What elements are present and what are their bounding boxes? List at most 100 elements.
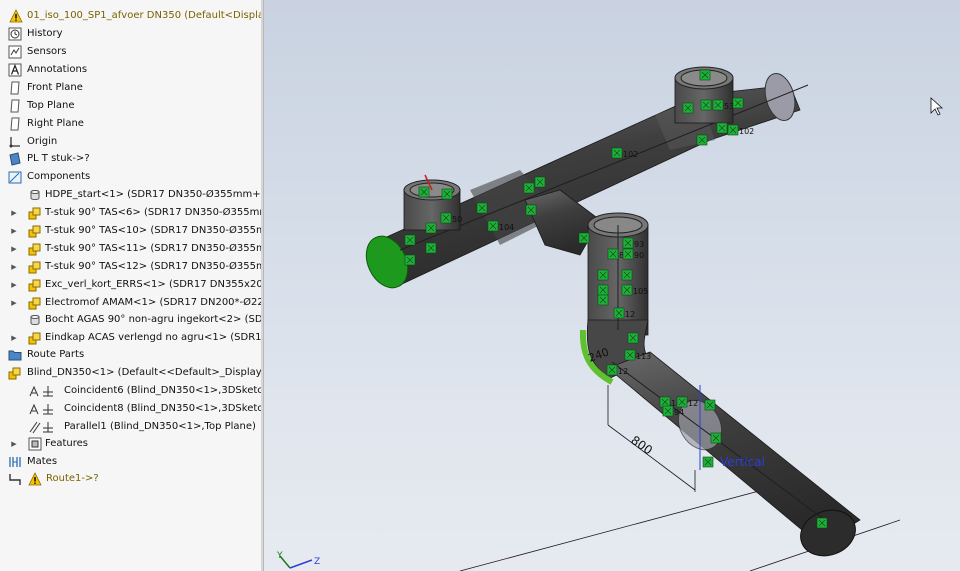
- relation-marker-label: 12: [625, 310, 635, 319]
- tree-item-top-plane[interactable]: Top Plane: [0, 97, 263, 115]
- tree-item-label: Blind_DN350<1> (Default<<Default>_Displa…: [27, 367, 263, 378]
- expand-arrow-icon[interactable]: ▶: [10, 435, 18, 453]
- tree-item-right-plane[interactable]: Right Plane: [0, 115, 263, 133]
- dimension-800[interactable]: 800: [628, 433, 655, 458]
- assembly-icon: [28, 296, 42, 310]
- plane-icon: [8, 81, 22, 95]
- feature-manager-tree[interactable]: 01_iso_100_SP1_afvoer DN350 (Default<Dis…: [0, 0, 264, 571]
- tree-item-origin[interactable]: Origin: [0, 133, 263, 151]
- expand-arrow-icon[interactable]: ▶: [10, 222, 18, 240]
- component-electromof[interactable]: ▶ Electromof AMAM<1> (SDR17 DN200*-Ø225m…: [0, 294, 263, 312]
- relation-coincident8[interactable]: Coincident8 (Blind_DN350<1>,3DSketch1): [0, 400, 264, 418]
- relation-marker-label: 104: [499, 223, 514, 232]
- vertical-relation-label[interactable]: Vertical: [720, 455, 765, 469]
- graphics-area[interactable]: 800 240 Vertical 102 102 104 50 93 105 12 113 12…: [264, 0, 960, 571]
- assembly-icon: [28, 206, 42, 220]
- tree-item-features[interactable]: ▶ Features: [0, 435, 263, 453]
- warning-icon: [28, 472, 42, 486]
- sketch-icon: [8, 152, 22, 166]
- component-t-stuk-11[interactable]: ▶ T-stuk 90° TAS<11> (SDR17 DN350-Ø355mm…: [0, 240, 263, 258]
- relation-marker-label: 50: [452, 215, 462, 224]
- relation-label: Coincident6 (Blind_DN350<1>,3DSketch1): [64, 385, 264, 396]
- tree-item-label: Annotations: [27, 64, 88, 75]
- component-exc-verl-kort[interactable]: ▶ Exc_verl_kort_ERRS<1> (SDR17 DN355x200…: [0, 276, 263, 294]
- part-icon: [28, 188, 42, 202]
- tree-item-components[interactable]: Components: [0, 168, 263, 186]
- tree-item-label: Route Parts: [27, 349, 85, 360]
- relation-parallel1[interactable]: Parallel1 (Blind_DN350<1>,Top Plane): [0, 418, 263, 436]
- relation-marker-label: 102: [623, 150, 638, 159]
- assembly-icon: [28, 224, 42, 238]
- component-t-stuk-6[interactable]: ▶ T-stuk 90° TAS<6> (SDR17 DN350-Ø355mm …: [0, 204, 264, 222]
- tree-item-pl-t-stuk[interactable]: PL T stuk->?: [0, 150, 263, 168]
- tree-item-history[interactable]: History: [0, 25, 263, 43]
- component-label: T-stuk 90° TAS<10> (SDR17 DN350-Ø355mm -…: [45, 225, 263, 236]
- tree-item-label: Sensors: [27, 46, 67, 57]
- expand-arrow-icon[interactable]: ▶: [10, 329, 18, 347]
- branch-pipe[interactable]: [524, 189, 862, 563]
- assembly-icon: [8, 366, 22, 380]
- origin-icon: [8, 135, 22, 149]
- relation-marker-label: 93: [634, 240, 644, 249]
- sensor-icon: [8, 45, 22, 59]
- tree-item-label: Top Plane: [27, 100, 75, 111]
- relation-marker-label: 12: [688, 399, 698, 408]
- parallel-icon: [28, 420, 53, 434]
- folder-icon: [8, 170, 22, 184]
- relation-label: Coincident8 (Blind_DN350<1>,3DSketch1): [64, 403, 264, 414]
- tree-item-front-plane[interactable]: Front Plane: [0, 79, 263, 97]
- tree-item-route-parts[interactable]: Route Parts: [0, 346, 263, 364]
- component-hdpe-start[interactable]: HDPE_start<1> (SDR17 DN350-Ø355mm+PP-GFK…: [0, 186, 263, 204]
- component-label: Eindkap ACAS verlengd no agru<1> (SDR17 …: [45, 332, 263, 343]
- relation-marker-label: 105: [633, 287, 648, 296]
- tree-item-label: Front Plane: [27, 82, 83, 93]
- expand-arrow-icon[interactable]: ▶: [10, 204, 18, 222]
- assembly-icon: [28, 242, 42, 256]
- tree-item-annotations[interactable]: Annotations: [0, 61, 263, 79]
- tree-scroll-edge: [261, 0, 263, 571]
- component-label: HDPE_start<1> (SDR17 DN350-Ø355mm+PP-GFK…: [45, 189, 263, 200]
- expand-arrow-icon[interactable]: ▶: [10, 294, 18, 312]
- component-eindkap[interactable]: ▶ Eindkap ACAS verlengd no agru<1> (SDR1…: [0, 329, 263, 347]
- component-label: T-stuk 90° TAS<6> (SDR17 DN350-Ø355mm - …: [45, 207, 264, 218]
- tree-item-route1[interactable]: Route1->?: [0, 470, 263, 488]
- component-label: Bocht AGAS 90° non-agru ingekort<2> (SDR…: [45, 314, 263, 325]
- relation-coincident6[interactable]: Coincident6 (Blind_DN350<1>,3DSketch1): [0, 382, 264, 400]
- tree-item-sensors[interactable]: Sensors: [0, 43, 263, 61]
- expand-arrow-icon[interactable]: ▶: [10, 276, 18, 294]
- component-t-stuk-10[interactable]: ▶ T-stuk 90° TAS<10> (SDR17 DN350-Ø355mm…: [0, 222, 263, 240]
- component-t-stuk-12[interactable]: ▶ T-stuk 90° TAS<12> (SDR17 DN350-Ø355mm…: [0, 258, 263, 276]
- features-icon: [28, 437, 42, 451]
- axis-y-label: Y: [276, 551, 283, 561]
- relation-label: Parallel1 (Blind_DN350<1>,Top Plane): [64, 421, 256, 432]
- plane-icon: [8, 117, 22, 131]
- pipe-assembly-3d-view[interactable]: 800 240 Vertical 10210210450931051211312…: [264, 0, 960, 571]
- expand-arrow-icon[interactable]: ▶: [10, 258, 18, 276]
- warning-icon: [9, 9, 23, 23]
- coincident-icon: [28, 402, 53, 416]
- view-triad: Y Z: [276, 551, 320, 569]
- assembly-icon: [28, 278, 42, 292]
- plane-icon: [8, 99, 22, 113]
- tree-item-label: PL T stuk->?: [27, 153, 90, 164]
- assembly-icon: [28, 331, 42, 345]
- relation-marker-label: 94: [674, 408, 684, 417]
- tree-item-mates[interactable]: Mates: [0, 453, 263, 471]
- component-label: T-stuk 90° TAS<12> (SDR17 DN350-Ø355mm -…: [45, 261, 263, 272]
- relation-marker-label: 53: [724, 102, 734, 111]
- relation-marker-label: 102: [739, 127, 754, 136]
- tree-root-label: 01_iso_100_SP1_afvoer DN350 (Default<Dis…: [27, 10, 264, 21]
- tree-item-blind-dn350[interactable]: Blind_DN350<1> (Default<<Default>_Displa…: [0, 364, 263, 382]
- component-label: T-stuk 90° TAS<11> (SDR17 DN350-Ø355mm -…: [45, 243, 263, 254]
- tree-item-label: Right Plane: [27, 118, 84, 129]
- mates-icon: [8, 455, 22, 469]
- tree-item-label: History: [27, 28, 63, 39]
- tree-item-label: Origin: [27, 136, 58, 147]
- expand-arrow-icon[interactable]: ▶: [10, 240, 18, 258]
- route-icon: [8, 472, 22, 486]
- annotation-icon: [8, 63, 22, 77]
- component-bocht-agas[interactable]: Bocht AGAS 90° non-agru ingekort<2> (SDR…: [0, 311, 263, 329]
- tree-item-label: Components: [27, 171, 91, 182]
- tree-root[interactable]: 01_iso_100_SP1_afvoer DN350 (Default<Dis…: [0, 7, 264, 25]
- component-label: Exc_verl_kort_ERRS<1> (SDR17 DN355x200-Ø…: [45, 279, 263, 290]
